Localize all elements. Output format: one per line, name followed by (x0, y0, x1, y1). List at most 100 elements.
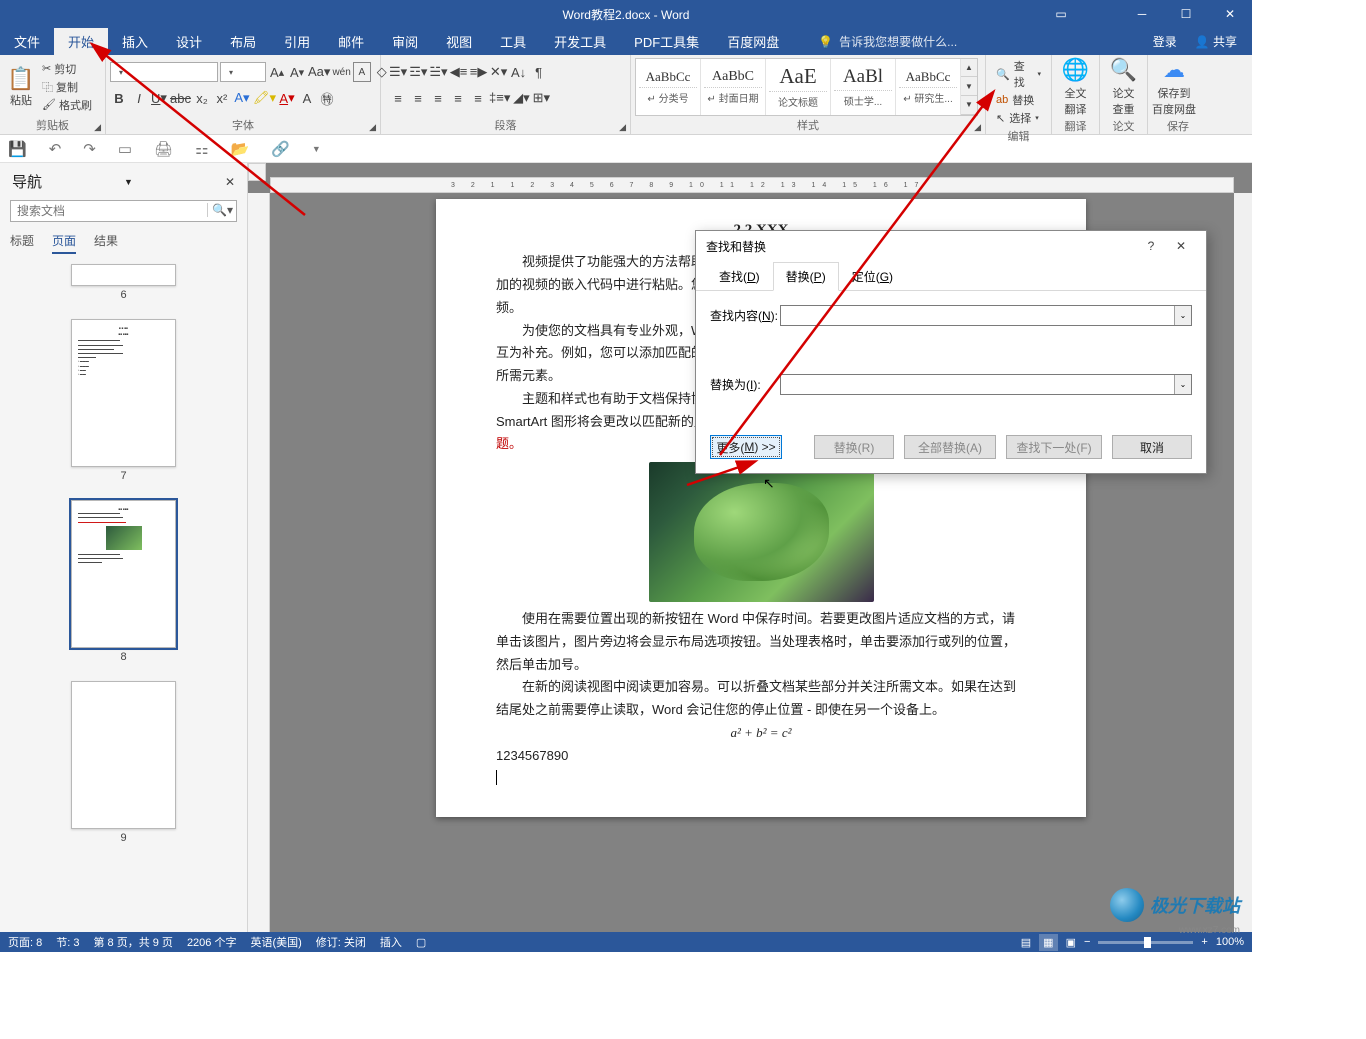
share-button[interactable]: 👤 共享 (1195, 33, 1237, 50)
nav-tab-pages[interactable]: 页面 (52, 232, 76, 254)
plagiarism-button[interactable]: 🔍论文查重 (1104, 57, 1143, 117)
nav-tab-headings[interactable]: 标题 (10, 232, 34, 254)
macro-record-icon[interactable]: ▢ (416, 936, 426, 949)
dialog-tab-replace[interactable]: 替换(P) (773, 262, 839, 291)
page-thumb-7[interactable]: ■ ■ ■■■■ ■■■▬▬▬▬▬▬▬▬▬▬▬▬▬▬▬▬▬▬▬▬▬▬▬▬▬▬▬▬… (71, 319, 176, 482)
tab-mailings[interactable]: 邮件 (324, 28, 378, 55)
nav-dropdown-icon[interactable]: ▼ (124, 177, 133, 187)
underline-button[interactable]: U▾ (150, 88, 168, 108)
dropdown-icon[interactable]: ⌄ (1174, 375, 1191, 394)
enclose-char-button[interactable]: ㊕ (318, 88, 336, 108)
print-layout-icon[interactable]: ▦ (1039, 934, 1057, 951)
login-link[interactable]: 登录 (1153, 33, 1177, 50)
translate-button[interactable]: 🌐全文翻译 (1056, 57, 1095, 117)
align-right-button[interactable]: ≡ (429, 88, 447, 108)
new-icon[interactable]: ▭ (118, 140, 132, 158)
numbering-button[interactable]: ☲▾ (409, 62, 427, 82)
phonetic-guide-button[interactable]: wén (332, 62, 350, 82)
style-item-5[interactable]: AaBbCc↵ 研究生... (896, 59, 961, 115)
nav-close-icon[interactable]: ✕ (225, 175, 235, 189)
superscript-button[interactable]: x² (213, 88, 231, 108)
shading-button[interactable]: ◢▾ (512, 88, 530, 108)
web-layout-icon[interactable]: ▣ (1066, 936, 1076, 949)
nav-search-input[interactable] (10, 200, 237, 222)
status-words[interactable]: 2206 个字 (187, 934, 237, 950)
tab-review[interactable]: 审阅 (378, 28, 432, 55)
justify-button[interactable]: ≡ (449, 88, 467, 108)
tab-design[interactable]: 设计 (162, 28, 216, 55)
vertical-scrollbar[interactable] (1234, 193, 1252, 932)
align-left-button[interactable]: ≡ (389, 88, 407, 108)
change-case-button[interactable]: Aa▾ (308, 62, 330, 82)
style-item-1[interactable]: AaBbCc↵ 分类号 (636, 59, 701, 115)
replace-with-input[interactable]: ⌄ (780, 374, 1192, 395)
increase-indent-button[interactable]: ≡▶ (470, 62, 488, 82)
ribbon-display-options-icon[interactable]: ▭ (1046, 0, 1076, 28)
paragraph-dialog-launcher[interactable]: ◢ (619, 122, 626, 133)
zoom-out-button[interactable]: − (1084, 936, 1090, 948)
font-dialog-launcher[interactable]: ◢ (369, 122, 376, 133)
style-item-3[interactable]: AaE论文标题 (766, 59, 831, 115)
text-effects-button[interactable]: A▾ (233, 88, 251, 108)
zoom-level[interactable]: 100% (1216, 936, 1244, 948)
tab-references[interactable]: 引用 (270, 28, 324, 55)
strikethrough-button[interactable]: abc (170, 88, 191, 108)
style-item-2[interactable]: AaBbC↵ 封面日期 (701, 59, 766, 115)
save-baidu-button[interactable]: ☁保存到百度网盘 (1152, 57, 1196, 117)
vertical-ruler[interactable] (248, 193, 270, 932)
tab-view[interactable]: 视图 (432, 28, 486, 55)
more-button[interactable]: 更多(M) >> (710, 435, 782, 459)
styles-down-icon[interactable]: ▼ (961, 77, 977, 96)
replace-all-button[interactable]: 全部替换(A) (904, 435, 996, 459)
page-thumb-6[interactable]: 6 (71, 264, 176, 301)
font-color-button[interactable]: A▾ (278, 88, 296, 108)
char-shading-button[interactable]: A (298, 88, 316, 108)
qat-more-icon[interactable]: ▼ (312, 144, 321, 154)
find-next-button[interactable]: 查找下一处(F) (1006, 435, 1102, 459)
asian-layout-button[interactable]: ✕▾ (490, 62, 508, 82)
dropdown-icon[interactable]: ⌄ (1174, 306, 1191, 325)
styles-gallery[interactable]: AaBbCc↵ 分类号 AaBbC↵ 封面日期 AaE论文标题 AaBl硕士学.… (635, 58, 978, 116)
zoom-slider[interactable] (1098, 941, 1193, 944)
tab-developer[interactable]: 开发工具 (540, 28, 620, 55)
decrease-indent-button[interactable]: ◀≡ (450, 62, 468, 82)
insert-hyperlink-icon[interactable]: 🔗 (271, 140, 290, 158)
document-image[interactable] (649, 462, 874, 602)
undo-icon[interactable]: ↶ (49, 140, 62, 158)
nav-tab-results[interactable]: 结果 (94, 232, 118, 254)
status-section[interactable]: 节: 3 (56, 934, 79, 950)
tab-layout[interactable]: 布局 (216, 28, 270, 55)
replace-button[interactable]: ab替换 (996, 91, 1041, 109)
font-family-combo[interactable]: ▾ (110, 62, 218, 82)
tell-me-search[interactable]: 💡 告诉我您想要做什么... (818, 33, 957, 50)
format-painter-button[interactable]: 🖌格式刷 (40, 96, 94, 114)
paste-button[interactable]: 📋 粘贴 (4, 66, 38, 108)
copy-button[interactable]: ⿻复制 (40, 78, 94, 96)
multilevel-button[interactable]: ☱▾ (429, 62, 447, 82)
dialog-close-button[interactable]: ✕ (1166, 239, 1196, 253)
tab-selector[interactable] (248, 163, 266, 181)
borders-button[interactable]: ⊞▾ (532, 88, 550, 108)
font-size-combo[interactable]: ▾ (220, 62, 266, 82)
dialog-tab-find[interactable]: 查找(D) (706, 262, 773, 291)
italic-button[interactable]: I (130, 88, 148, 108)
tab-tools[interactable]: 工具 (486, 28, 540, 55)
find-what-input[interactable]: ⌄ (780, 305, 1192, 326)
cut-button[interactable]: ✂剪切 (40, 60, 94, 78)
page-thumb-9[interactable]: 9 (71, 681, 176, 844)
bold-button[interactable]: B (110, 88, 128, 108)
shrink-font-button[interactable]: A▾ (288, 62, 306, 82)
tab-insert[interactable]: 插入 (108, 28, 162, 55)
styles-dialog-launcher[interactable]: ◢ (974, 122, 981, 133)
dialog-help-button[interactable]: ? (1136, 239, 1166, 253)
status-page[interactable]: 页面: 8 (8, 934, 42, 950)
distribute-button[interactable]: ≡ (469, 88, 487, 108)
cancel-button[interactable]: 取消 (1112, 435, 1192, 459)
read-mode-icon[interactable]: ▤ (1021, 936, 1031, 949)
styles-more-icon[interactable]: ▼ (961, 96, 977, 115)
highlight-button[interactable]: 🖍▾ (253, 88, 276, 108)
tab-pdf[interactable]: PDF工具集 (620, 28, 713, 55)
close-button[interactable]: ✕ (1208, 0, 1252, 28)
open-icon[interactable]: 📂 (231, 140, 250, 158)
select-button[interactable]: ↖选择 ▾ (996, 109, 1041, 127)
